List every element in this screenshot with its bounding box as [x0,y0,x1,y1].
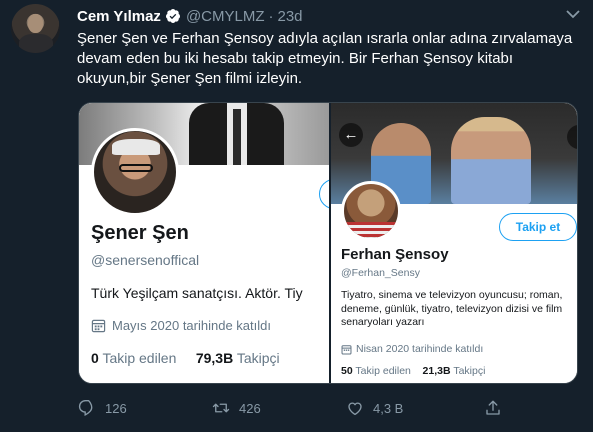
tweet-timestamp[interactable]: 23d [278,8,303,25]
joined-text: Nisan 2020 tarihinde katıldı [356,343,484,355]
arrow-left-icon: ← [339,123,363,147]
tweet-text: Şener Şen ve Ferhan Şensoy adıyla açılan… [77,30,573,87]
following-label: Takip edilen [355,365,411,377]
profile-stats: 0 Takip edilen 79,3B Takipçi [91,350,280,366]
verified-badge-icon [165,9,180,23]
profile-avatar [341,181,401,241]
author-avatar[interactable] [11,4,60,53]
following-count: 50 [341,365,353,377]
calendar-icon [341,344,352,354]
calendar-icon [91,319,106,333]
author-name[interactable]: Cem Yılmaz [77,8,161,25]
tweet[interactable]: Cem Yılmaz @CMYLMZ · 23d Şener Şen ve Fe… [0,0,593,432]
avatar-face-shape [28,14,43,33]
author-handle[interactable]: @CMYLMZ [186,8,265,25]
profile-bio: Türk Yeşilçam sanatçısı. Aktör. Tiy [91,285,303,301]
followers-count: 21,3B [422,365,451,377]
joined-text: Mayıs 2020 tarihinde katıldı [112,318,271,333]
profile-joined: Nisan 2020 tarihinde katıldı [341,343,483,355]
retweet-button[interactable]: 426 [212,396,261,420]
profile-name: Şener Şen [91,222,189,244]
reply-button[interactable]: 126 [78,396,127,420]
retweet-count: 426 [239,400,261,416]
heart-icon [348,402,362,416]
profile-avatar [91,128,179,216]
profile-bio: Tiyatro, sinema ve televizyon oyuncusu; … [341,289,563,328]
like-button[interactable]: 4,3 B [346,396,403,420]
header-separator: · [268,7,274,25]
chevron-down-icon[interactable] [566,9,580,19]
tweet-actions: 126 426 4,3 B [0,396,593,420]
avatar-body-shape [19,34,53,53]
following-count: 0 [91,350,99,366]
following-label: Takip edilen [102,350,177,366]
retweet-icon [212,403,230,413]
screenshot-profile-ferhan-sensoy[interactable]: ← ⋮ Takip et Ferhan Şensoy @Ferhan_Sensy… [331,103,577,383]
reply-icon [78,399,93,417]
like-count: 4,3 B [373,400,404,416]
share-icon [486,400,500,415]
tweet-header: Cem Yılmaz @CMYLMZ · 23d [77,6,303,26]
profile-handle: @senersenoffical [91,252,200,268]
share-button[interactable] [484,396,502,420]
reply-count: 126 [105,400,127,416]
follow-button: Takip et [499,213,577,241]
followers-count: 79,3B [195,350,234,366]
followers-label: Takipçi [453,365,486,377]
follow-button-cropped [319,179,329,209]
followers-label: Takipçi [236,350,280,366]
profile-handle: @Ferhan_Sensy [341,267,420,279]
profile-joined: Mayıs 2020 tarihinde katıldı [91,318,271,333]
screenshot-profile-sener-sen[interactable]: Şener Şen @senersenoffical Türk Yeşilçam… [79,103,329,383]
tweet-media[interactable]: Şener Şen @senersenoffical Türk Yeşilçam… [78,102,578,384]
profile-name: Ferhan Şensoy [341,246,449,263]
profile-stats: 50 Takip edilen 21,3B Takipçi [341,365,485,377]
